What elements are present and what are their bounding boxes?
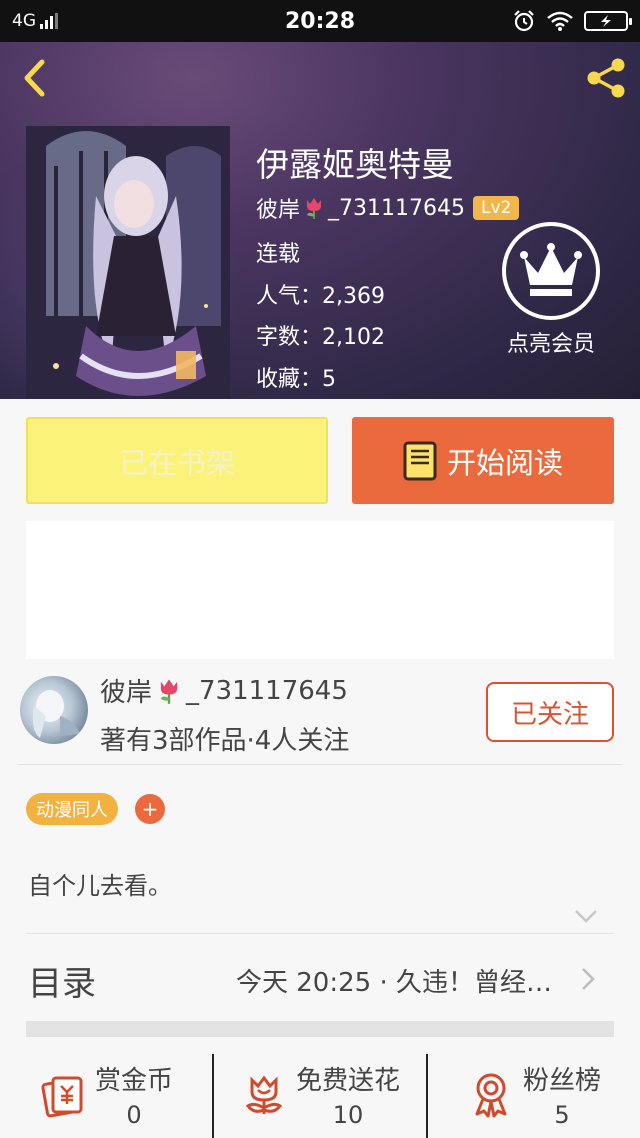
flower-icon xyxy=(245,1075,283,1114)
author-name-prefix: 彼岸 xyxy=(256,198,301,223)
tulip-icon xyxy=(160,678,178,704)
toc-label[interactable]: 目录 xyxy=(28,956,96,1005)
share-icon xyxy=(587,58,625,98)
author-level-badge: Lv2 xyxy=(473,196,520,220)
network-type: 4G xyxy=(12,11,36,31)
popularity-stat: 人气：2,369 xyxy=(256,284,385,309)
author-card-name-prefix: 彼岸 xyxy=(100,678,153,708)
in-bookshelf-button[interactable]: 已在书架 xyxy=(26,417,328,504)
free-flower-stat[interactable]: 免费送花 10 xyxy=(212,1054,426,1138)
battery-icon xyxy=(584,11,632,31)
start-reading-label: 开始阅读 xyxy=(446,445,563,480)
signal-icon xyxy=(40,13,58,29)
word-count-stat: 字数：2,102 xyxy=(256,325,385,350)
content-placeholder-card xyxy=(26,521,614,659)
section-separator xyxy=(26,1021,614,1037)
alarm-icon xyxy=(514,10,534,32)
category-tag-label: 动漫同人 xyxy=(36,800,108,821)
divider xyxy=(26,933,614,934)
plus-icon: + xyxy=(141,797,159,821)
following-button[interactable]: 已关注 xyxy=(486,682,614,742)
vip-label: 点亮会员 xyxy=(506,332,595,357)
chevron-right-icon[interactable] xyxy=(578,966,598,992)
divider xyxy=(18,764,622,765)
book-cover-image[interactable] xyxy=(26,126,230,399)
book-description: 自个儿去看。 xyxy=(28,872,172,900)
add-tag-button[interactable]: + xyxy=(135,794,165,824)
fan-ranking-stat[interactable]: 粉丝榜 5 xyxy=(426,1054,640,1138)
favorites-stat: 收藏：5 xyxy=(256,367,336,392)
book-author[interactable]: 彼岸 _731117645 Lv2 xyxy=(256,192,520,224)
chevron-left-icon xyxy=(24,59,45,97)
following-label: 已关注 xyxy=(510,699,589,730)
status-time: 20:28 xyxy=(284,8,356,34)
crown-icon xyxy=(502,222,600,320)
book-header: 伊露姬奥特曼 彼岸 _731117645 Lv2 连载 人气：2,369 字数：… xyxy=(0,42,640,399)
reward-coin-value: 0 xyxy=(126,1101,142,1129)
vip-button[interactable]: 点亮会员 xyxy=(498,222,604,358)
author-card-name[interactable]: 彼岸 _731117645 xyxy=(100,672,348,709)
author-card-name-suffix: _731117645 xyxy=(186,675,348,706)
author-works-stats: 著有3部作品·4人关注 xyxy=(100,726,350,756)
start-reading-button[interactable]: 开始阅读 xyxy=(352,417,614,504)
wifi-icon xyxy=(547,11,573,31)
author-avatar[interactable] xyxy=(20,676,88,744)
toc-latest-chapter[interactable]: 今天 20:25 · 久违！曾经的邪恶帝国 xyxy=(236,962,556,999)
back-button[interactable] xyxy=(14,56,54,100)
book-title: 伊露姬奥特曼 xyxy=(256,145,454,184)
fan-ranking-value: 5 xyxy=(554,1101,570,1129)
chevron-down-icon[interactable] xyxy=(572,906,600,926)
category-tag[interactable]: 动漫同人 xyxy=(26,793,118,825)
serial-status: 连载 xyxy=(256,242,301,267)
in-bookshelf-label: 已在书架 xyxy=(118,445,235,480)
free-flower-label: 免费送花 xyxy=(295,1066,400,1096)
share-button[interactable] xyxy=(582,54,630,102)
bottom-stats-bar: 赏金币 0 免费送花 10 粉丝榜 5 xyxy=(0,1054,640,1138)
reward-coin-label: 赏金币 xyxy=(94,1066,173,1096)
fan-ranking-icon xyxy=(475,1073,507,1118)
free-flower-value: 10 xyxy=(332,1101,364,1129)
fan-ranking-label: 粉丝榜 xyxy=(522,1066,601,1096)
tulip-icon xyxy=(307,198,322,219)
reward-coin-icon xyxy=(41,1076,83,1118)
status-bar: 4G 20:28 xyxy=(0,0,640,42)
author-name-suffix: _731117645 xyxy=(328,195,465,221)
book-icon xyxy=(403,441,437,480)
reward-coin-stat[interactable]: 赏金币 0 xyxy=(0,1054,212,1138)
